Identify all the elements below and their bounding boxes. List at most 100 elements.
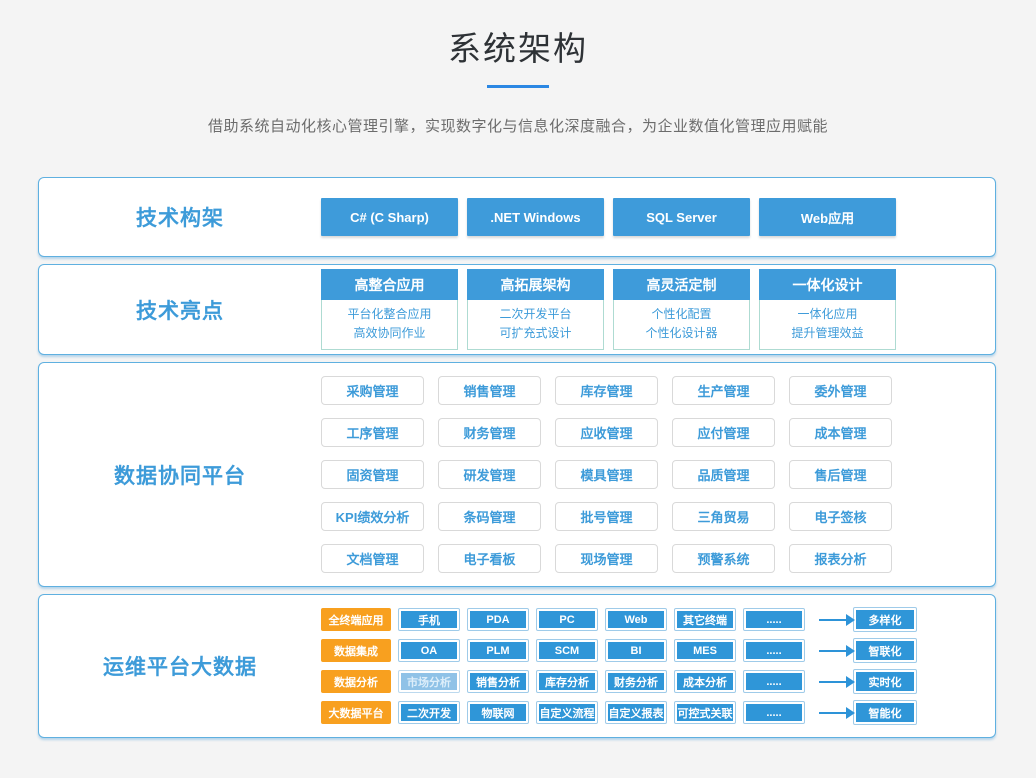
ops-row-integration: 数据集成 OA PLM SCM BI MES ..... 智联化 [321, 638, 917, 663]
ops-item-button[interactable]: BI [605, 639, 667, 662]
highlight-card-integration: 高整合应用 平台化整合应用 高效协同作业 [321, 269, 458, 350]
module-button[interactable]: 现场管理 [555, 544, 658, 573]
right-arrow-icon [819, 712, 847, 714]
ops-item-button-more[interactable]: ..... [743, 608, 805, 631]
tech-button-sqlserver[interactable]: SQL Server [613, 198, 750, 236]
module-button[interactable]: KPI绩效分析 [321, 502, 424, 531]
highlight-line: 平台化整合应用 [322, 305, 457, 324]
section-tech-highlights: 技术亮点 高整合应用 平台化整合应用 高效协同作业 高拓展架构 二次开发平台 可… [38, 264, 996, 355]
module-button[interactable]: 生产管理 [672, 376, 775, 405]
module-button[interactable]: 委外管理 [789, 376, 892, 405]
highlight-card-title: 高拓展架构 [467, 269, 604, 300]
ops-item-button[interactable]: 手机 [398, 608, 460, 631]
highlight-line: 个性化配置 [614, 305, 749, 324]
module-button[interactable]: 成本管理 [789, 418, 892, 447]
ops-item-button[interactable]: 财务分析 [605, 670, 667, 693]
ops-item-button[interactable]: 物联网 [467, 701, 529, 724]
ops-item-button[interactable]: SCM [536, 639, 598, 662]
ops-item-button-more[interactable]: ..... [743, 639, 805, 662]
highlight-card-title: 高灵活定制 [613, 269, 750, 300]
highlight-card-title: 一体化设计 [759, 269, 896, 300]
highlight-card-body: 一体化应用 提升管理效益 [759, 300, 896, 350]
section-ops-bigdata: 运维平台大数据 全终端应用 手机 PDA PC Web 其它终端 ..... 多… [38, 594, 996, 738]
highlight-card-flexibility: 高灵活定制 个性化配置 个性化设计器 [613, 269, 750, 350]
title-underline [487, 85, 549, 88]
ops-item-button[interactable]: 其它终端 [674, 608, 736, 631]
section-ops-bigdata-label: 运维平台大数据 [39, 651, 321, 681]
highlight-card-unified: 一体化设计 一体化应用 提升管理效益 [759, 269, 896, 350]
highlight-line: 高效协同作业 [322, 324, 457, 343]
ops-category-badge: 数据集成 [321, 639, 391, 662]
ops-result-button[interactable]: 多样化 [853, 607, 917, 632]
module-button[interactable]: 报表分析 [789, 544, 892, 573]
module-button[interactable]: 销售管理 [438, 376, 541, 405]
highlight-line: 提升管理效益 [760, 324, 895, 343]
ops-item-button[interactable]: 可控式关联 [674, 701, 736, 724]
tech-button-dotnet[interactable]: .NET Windows [467, 198, 604, 236]
module-button[interactable]: 品质管理 [672, 460, 775, 489]
ops-item-button[interactable]: OA [398, 639, 460, 662]
ops-rows: 全终端应用 手机 PDA PC Web 其它终端 ..... 多样化 数据集成 … [321, 607, 917, 725]
section-data-platform-label: 数据协同平台 [39, 460, 321, 490]
module-button[interactable]: 固资管理 [321, 460, 424, 489]
ops-category-badge: 数据分析 [321, 670, 391, 693]
module-button[interactable]: 模具管理 [555, 460, 658, 489]
module-button[interactable]: 批号管理 [555, 502, 658, 531]
ops-row-bigdata-platform: 大数据平台 二次开发 物联网 自定义流程 自定义报表 可控式关联 ..... 智… [321, 700, 917, 725]
ops-result-button[interactable]: 智联化 [853, 638, 917, 663]
module-button[interactable]: 文档管理 [321, 544, 424, 573]
module-button[interactable]: 采购管理 [321, 376, 424, 405]
module-button[interactable]: 三角贸易 [672, 502, 775, 531]
highlight-card-title: 高整合应用 [321, 269, 458, 300]
ops-item-button-more[interactable]: ..... [743, 701, 805, 724]
ops-item-button[interactable]: PLM [467, 639, 529, 662]
highlight-card-body: 平台化整合应用 高效协同作业 [321, 300, 458, 350]
ops-category-badge: 全终端应用 [321, 608, 391, 631]
page-title: 系统架构 [0, 0, 1036, 70]
right-arrow-icon [819, 681, 847, 683]
module-button[interactable]: 工序管理 [321, 418, 424, 447]
ops-item-button[interactable]: 成本分析 [674, 670, 736, 693]
system-architecture-page: 系统架构 借助系统自动化核心管理引擎，实现数字化与信息化深度融合，为企业数值化管… [0, 0, 1036, 778]
ops-item-button[interactable]: 市场分析 [398, 670, 460, 693]
section-tech-highlights-label: 技术亮点 [39, 295, 321, 325]
ops-item-button[interactable]: 库存分析 [536, 670, 598, 693]
module-button[interactable]: 财务管理 [438, 418, 541, 447]
ops-item-button[interactable]: 销售分析 [467, 670, 529, 693]
ops-item-button[interactable]: 自定义报表 [605, 701, 667, 724]
module-button[interactable]: 电子签核 [789, 502, 892, 531]
module-grid: 采购管理 销售管理 库存管理 生产管理 委外管理 工序管理 财务管理 应收管理 … [321, 376, 892, 573]
right-arrow-icon [819, 619, 847, 621]
ops-item-button[interactable]: MES [674, 639, 736, 662]
module-button[interactable]: 预警系统 [672, 544, 775, 573]
section-tech-framework-label: 技术构架 [39, 202, 321, 232]
ops-item-button-more[interactable]: ..... [743, 670, 805, 693]
ops-item-button[interactable]: Web [605, 608, 667, 631]
module-button[interactable]: 电子看板 [438, 544, 541, 573]
ops-result-button[interactable]: 实时化 [853, 669, 917, 694]
highlight-line: 个性化设计器 [614, 324, 749, 343]
ops-item-button[interactable]: 自定义流程 [536, 701, 598, 724]
highlight-line: 一体化应用 [760, 305, 895, 324]
module-button[interactable]: 条码管理 [438, 502, 541, 531]
ops-item-button[interactable]: PDA [467, 608, 529, 631]
highlight-line: 可扩充式设计 [468, 324, 603, 343]
module-button[interactable]: 研发管理 [438, 460, 541, 489]
module-button[interactable]: 售后管理 [789, 460, 892, 489]
ops-item-button[interactable]: 二次开发 [398, 701, 460, 724]
highlight-card-body: 个性化配置 个性化设计器 [613, 300, 750, 350]
section-tech-framework: 技术构架 C# (C Sharp) .NET Windows SQL Serve… [38, 177, 996, 257]
highlight-card-body: 二次开发平台 可扩充式设计 [467, 300, 604, 350]
tech-button-web[interactable]: Web应用 [759, 198, 896, 236]
highlight-card-row: 高整合应用 平台化整合应用 高效协同作业 高拓展架构 二次开发平台 可扩充式设计… [321, 269, 896, 350]
section-data-platform: 数据协同平台 采购管理 销售管理 库存管理 生产管理 委外管理 工序管理 财务管… [38, 362, 996, 587]
ops-item-button[interactable]: PC [536, 608, 598, 631]
ops-row-analysis: 数据分析 市场分析 销售分析 库存分析 财务分析 成本分析 ..... 实时化 [321, 669, 917, 694]
module-button[interactable]: 库存管理 [555, 376, 658, 405]
section-boxes: 技术构架 C# (C Sharp) .NET Windows SQL Serve… [38, 177, 996, 745]
ops-result-button[interactable]: 智能化 [853, 700, 917, 725]
module-button[interactable]: 应收管理 [555, 418, 658, 447]
ops-category-badge: 大数据平台 [321, 701, 391, 724]
tech-button-csharp[interactable]: C# (C Sharp) [321, 198, 458, 236]
module-button[interactable]: 应付管理 [672, 418, 775, 447]
